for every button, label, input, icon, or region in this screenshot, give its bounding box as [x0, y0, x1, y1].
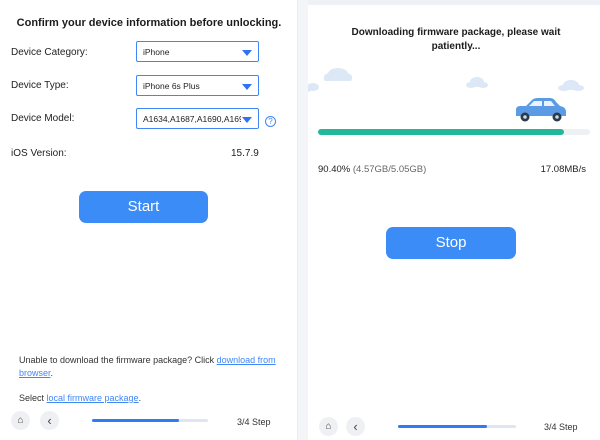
- download-title: Downloading firmware package, please wai…: [351, 27, 561, 52]
- chevron-down-icon: [242, 84, 252, 90]
- device-type-label: Device Type:: [11, 80, 69, 91]
- download-illustration: [308, 68, 584, 122]
- device-model-select[interactable]: A1634,A1687,A1690,A1699: [136, 108, 259, 129]
- device-type-value: iPhone 6s Plus: [143, 81, 200, 91]
- device-model-label: Device Model:: [11, 113, 75, 124]
- step-progress-track: [398, 425, 516, 428]
- confirm-title: Confirm your device information before u…: [16, 17, 282, 29]
- device-category-label: Device Category:: [11, 47, 88, 58]
- device-type-select[interactable]: iPhone 6s Plus: [136, 75, 259, 96]
- device-info-panel: Confirm your device information before u…: [0, 0, 298, 440]
- local-firmware-link[interactable]: local firmware package: [47, 393, 139, 403]
- download-speed: 17.08MB/s: [540, 164, 586, 175]
- download-help-suffix: .: [50, 368, 54, 378]
- device-category-value: iPhone: [143, 47, 170, 57]
- stop-button[interactable]: Stop: [386, 227, 516, 259]
- device-model-value: A1634,A1687,A1690,A1699: [143, 114, 241, 124]
- ios-version-label: iOS Version:: [11, 148, 67, 159]
- download-size: (4.57GB/5.05GB): [352, 164, 427, 175]
- back-icon[interactable]: ‹: [346, 417, 365, 436]
- cloud-icon: [308, 83, 319, 92]
- download-percent: 90.40% (4.57GB/5.05GB): [318, 164, 426, 175]
- download-progress-fill: [318, 129, 564, 135]
- download-help-prefix: Unable to download the firmware package?…: [19, 355, 217, 365]
- cloud-icon: [466, 77, 488, 88]
- step-label: 3/4 Step: [544, 422, 578, 432]
- back-icon[interactable]: ‹: [40, 411, 59, 430]
- cloud-icon: [558, 80, 584, 91]
- download-progress-track: [318, 129, 590, 135]
- local-firmware-text: Select local firmware package.: [19, 392, 289, 405]
- downloading-panel: Downloading firmware package, please wai…: [308, 0, 600, 440]
- download-help-text: Unable to download the firmware package?…: [19, 354, 289, 380]
- chevron-down-icon: [242, 117, 252, 123]
- download-percent-value: 90.40%: [318, 164, 351, 175]
- ios-version-value: 15.7.9: [231, 148, 259, 159]
- step-label: 3/4 Step: [237, 417, 271, 427]
- home-icon[interactable]: ⌂: [11, 411, 30, 430]
- top-strip: [308, 0, 600, 5]
- home-icon[interactable]: ⌂: [319, 417, 338, 436]
- chevron-down-icon: [242, 50, 252, 56]
- step-progress-track: [92, 419, 208, 422]
- device-category-select[interactable]: iPhone: [136, 41, 259, 62]
- panel-divider: [298, 0, 308, 440]
- local-help-suffix: .: [138, 393, 142, 403]
- car-icon: [516, 98, 566, 122]
- help-icon[interactable]: ?: [265, 116, 276, 127]
- step-progress-fill: [92, 419, 179, 422]
- local-help-prefix: Select: [19, 393, 47, 403]
- cloud-icon: [324, 68, 352, 81]
- start-button[interactable]: Start: [79, 191, 208, 223]
- step-progress-fill: [398, 425, 487, 428]
